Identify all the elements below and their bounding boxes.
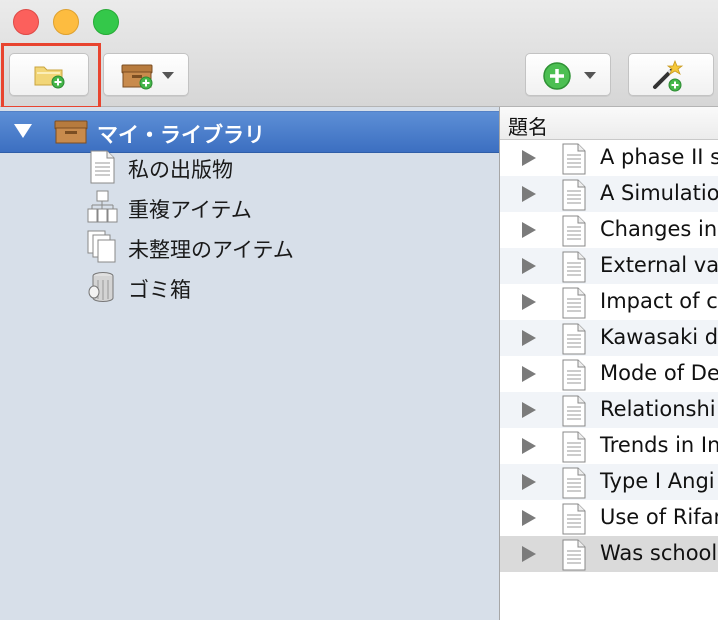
table-row[interactable]: Use of Rifar bbox=[500, 500, 718, 536]
close-window-button[interactable] bbox=[13, 9, 39, 35]
disclosure-triangle-icon[interactable] bbox=[522, 258, 536, 274]
add-circle-icon bbox=[543, 62, 571, 90]
disclosure-triangle-icon[interactable] bbox=[522, 510, 536, 526]
sidebar-item-label: マイ・ライブラリ bbox=[97, 123, 265, 147]
duplicate-items-icon bbox=[87, 190, 118, 223]
row-title: Kawasaki d bbox=[600, 325, 718, 349]
row-title: A phase II s bbox=[600, 145, 718, 169]
column-header-label: 題名 bbox=[508, 115, 548, 139]
document-icon bbox=[562, 467, 586, 499]
row-title: Changes in bbox=[600, 217, 718, 241]
disclosure-triangle-icon[interactable] bbox=[522, 150, 536, 166]
new-library-button[interactable] bbox=[103, 53, 189, 96]
table-row[interactable]: External va bbox=[500, 248, 718, 284]
document-icon bbox=[562, 359, 586, 391]
items-list: 題名 A phase II s A Simulatio Changes in Exte… bbox=[500, 107, 718, 620]
table-row[interactable]: Mode of De bbox=[500, 356, 718, 392]
document-icon bbox=[562, 287, 586, 319]
magic-wand-icon bbox=[653, 59, 684, 92]
unfiled-items-icon bbox=[87, 230, 116, 263]
disclosure-triangle-icon[interactable] bbox=[522, 294, 536, 310]
document-icon bbox=[562, 539, 586, 571]
sidebar-item-label: 未整理のアイテム bbox=[128, 238, 294, 262]
disclosure-triangle-icon[interactable] bbox=[522, 330, 536, 346]
new-library-box-icon bbox=[121, 64, 153, 90]
table-row[interactable]: Changes in bbox=[500, 212, 718, 248]
column-header-title[interactable]: 題名 bbox=[500, 107, 718, 140]
sidebar-item-label: ゴミ箱 bbox=[128, 278, 191, 302]
disclosure-triangle-icon[interactable] bbox=[522, 402, 536, 418]
row-title: Was school bbox=[600, 541, 718, 565]
table-row[interactable]: A phase II s bbox=[500, 140, 718, 176]
row-title: Impact of c bbox=[600, 289, 718, 313]
row-title: External va bbox=[600, 253, 718, 277]
disclosure-triangle-icon[interactable] bbox=[522, 222, 536, 238]
zoom-window-button[interactable] bbox=[93, 9, 119, 35]
sidebar-item-my-library[interactable]: マイ・ライブラリ bbox=[0, 111, 499, 153]
trash-icon bbox=[88, 272, 114, 302]
disclosure-triangle-icon[interactable] bbox=[522, 438, 536, 454]
document-icon bbox=[562, 323, 586, 355]
table-row[interactable]: A Simulatio bbox=[500, 176, 718, 212]
highlight-box bbox=[1, 43, 101, 109]
disclosure-triangle-icon[interactable] bbox=[522, 366, 536, 382]
table-row[interactable]: Relationshi bbox=[500, 392, 718, 428]
row-title: Use of Rifar bbox=[600, 505, 718, 529]
document-icon bbox=[562, 503, 586, 535]
document-icon bbox=[562, 431, 586, 463]
row-title: A Simulatio bbox=[600, 181, 718, 205]
disclosure-triangle-icon[interactable] bbox=[522, 546, 536, 562]
document-icon bbox=[562, 395, 586, 427]
library-box-icon bbox=[54, 120, 88, 144]
sidebar-item-label: 私の出版物 bbox=[128, 158, 233, 182]
minimize-window-button[interactable] bbox=[53, 9, 79, 35]
document-icon bbox=[562, 251, 586, 283]
disclosure-triangle-icon[interactable] bbox=[14, 124, 32, 138]
toolbar bbox=[0, 0, 718, 107]
chevron-down-icon bbox=[162, 72, 174, 79]
row-title: Mode of De bbox=[600, 361, 718, 385]
add-by-identifier-button[interactable] bbox=[628, 53, 714, 96]
disclosure-triangle-icon[interactable] bbox=[522, 186, 536, 202]
table-row[interactable]: Was school bbox=[500, 536, 718, 572]
table-row[interactable]: Trends in In bbox=[500, 428, 718, 464]
collections-pane: マイ・ライブラリ 私の出版物 重複アイテム 未整理のアイテム ゴミ箱 bbox=[0, 107, 500, 620]
new-item-button[interactable] bbox=[525, 53, 611, 96]
table-row[interactable]: Kawasaki d bbox=[500, 320, 718, 356]
document-icon bbox=[562, 215, 586, 247]
chevron-down-icon bbox=[584, 72, 596, 79]
table-row[interactable]: Impact of c bbox=[500, 284, 718, 320]
document-icon bbox=[562, 143, 586, 175]
disclosure-triangle-icon[interactable] bbox=[522, 474, 536, 490]
document-icon bbox=[90, 150, 115, 184]
row-title: Type I Angi bbox=[600, 469, 715, 493]
document-icon bbox=[562, 179, 586, 211]
table-row[interactable]: Type I Angi bbox=[500, 464, 718, 500]
sidebar-item-label: 重複アイテム bbox=[128, 198, 252, 222]
row-title: Trends in In bbox=[600, 433, 718, 457]
row-title: Relationshi bbox=[600, 397, 716, 421]
